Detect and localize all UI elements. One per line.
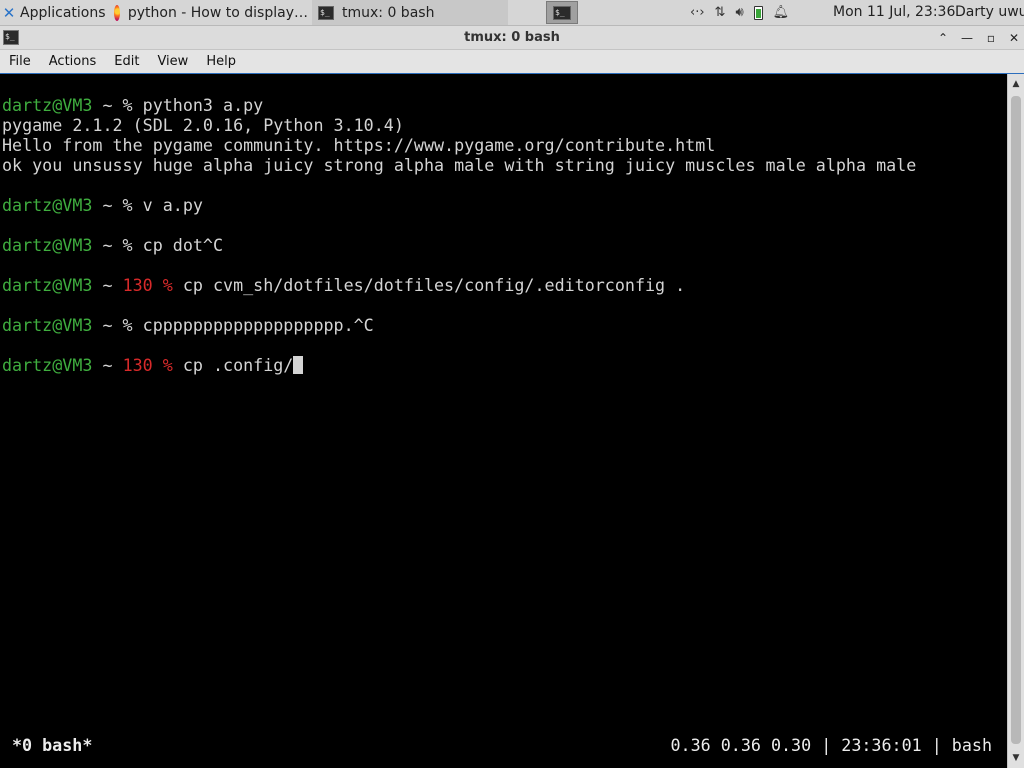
clock[interactable]: Mon 11 Jul, 23:36	[833, 0, 955, 25]
text-cursor	[293, 356, 304, 374]
scrollbar-thumb[interactable]	[1011, 96, 1021, 744]
command-text: ~ % v a.py	[92, 195, 203, 215]
close-button[interactable]: ✕	[1005, 29, 1023, 47]
volume-icon[interactable]: 🔊︎	[735, 5, 743, 20]
menu-view[interactable]: View	[148, 51, 197, 73]
prompt-user: dartz@VM3	[2, 95, 93, 115]
scroll-down-icon[interactable]: ▼	[1008, 750, 1024, 766]
applications-label: Applications	[20, 4, 106, 21]
command-text: ~ % cp dot^C	[92, 235, 224, 255]
terminal-line: dartz@VM3 ~ % v a.py	[2, 195, 203, 215]
terminal-line: dartz@VM3 ~ % python3 a.py	[2, 95, 263, 115]
window-title: tmux: 0 bash	[464, 30, 560, 45]
menu-help[interactable]: Help	[197, 51, 245, 73]
command-text: cp cvm_sh/dotfiles/dotfiles/config/.edit…	[172, 275, 686, 295]
prompt-user: dartz@VM3	[2, 355, 93, 375]
tmux-status-right: 0.36 0.36 0.30 | 23:36:01 | bash	[670, 735, 993, 755]
command-text: cp .config/	[172, 355, 294, 375]
menubar: File Actions Edit View Help	[0, 50, 1024, 74]
prompt-user: dartz@VM3	[2, 275, 93, 295]
tmux-window-list[interactable]: *0 bash*	[12, 735, 92, 755]
prompt-user: dartz@VM3	[2, 195, 93, 215]
menu-file[interactable]: File	[0, 51, 40, 73]
command-text: ~ % python3 a.py	[92, 95, 264, 115]
xfce-logo-icon: ✕	[2, 3, 16, 22]
chevron-up-icon[interactable]: ⌃	[934, 29, 952, 47]
menu-edit[interactable]: Edit	[105, 51, 148, 73]
prompt-dir: ~	[92, 275, 123, 295]
exit-code: 130 %	[122, 275, 173, 295]
terminal-icon: $_	[553, 5, 571, 20]
terminal-area[interactable]: dartz@VM3 ~ % python3 a.py pygame 2.1.2 …	[0, 74, 1007, 768]
taskbar-item-tmux[interactable]: $_ tmux: 0 bash	[312, 0, 508, 25]
command-text: ~ % cppppppppppppppppppp.^C	[92, 315, 374, 335]
maximize-button[interactable]: ▫	[982, 29, 1000, 47]
prompt-user: dartz@VM3	[2, 315, 93, 335]
prompt-user: dartz@VM3	[2, 235, 93, 255]
scroll-up-icon[interactable]: ▲	[1008, 76, 1024, 92]
minimize-button[interactable]: —	[958, 29, 976, 47]
terminal-line: dartz@VM3 ~ % cppppppppppppppppppp.^C	[2, 315, 374, 335]
battery-icon[interactable]	[753, 5, 763, 20]
taskbar-item-firefox[interactable]: python - How to display…	[108, 0, 308, 25]
workspace-switcher[interactable]: $_	[546, 1, 578, 24]
terminal-scrollbar[interactable]: ▲ ▼	[1007, 74, 1024, 768]
terminal-icon: $_	[318, 5, 334, 20]
menu-actions[interactable]: Actions	[40, 51, 106, 73]
prompt-dir: ~	[92, 355, 123, 375]
terminal-line: dartz@VM3 ~ 130 % cp cvm_sh/dotfiles/dot…	[2, 275, 685, 295]
notifications-icon[interactable]: 🔔︎	[773, 5, 790, 20]
terminal-line: dartz@VM3 ~ 130 % cp .config/	[2, 355, 304, 375]
taskbar-item-label: tmux: 0 bash	[342, 4, 435, 21]
terminal-line: dartz@VM3 ~ % cp dot^C	[2, 235, 223, 255]
transfer-icon[interactable]: ⇅	[715, 5, 726, 20]
user-menu[interactable]: Darty uwu	[955, 0, 1024, 25]
window-titlebar[interactable]: $_ tmux: 0 bash ⌃ — ▫ ✕	[0, 26, 1024, 50]
taskbar-item-label: python - How to display…	[127, 4, 308, 21]
applications-menu-button[interactable]: ✕ Applications	[0, 0, 108, 25]
exit-code: 130 %	[122, 355, 173, 375]
terminal-line: ok you unsussy huge alpha juicy strong a…	[2, 155, 917, 175]
firefox-icon	[114, 4, 120, 21]
system-tray: ‹·› ⇅ 🔊︎ 🔔︎	[690, 0, 789, 25]
terminal-line: pygame 2.1.2 (SDL 2.0.16, Python 3.10.4)	[2, 115, 404, 135]
terminal-line: Hello from the pygame community. https:/…	[2, 135, 716, 155]
network-icon[interactable]: ‹·›	[690, 5, 705, 20]
top-panel: ✕ Applications python - How to display… …	[0, 0, 1024, 26]
